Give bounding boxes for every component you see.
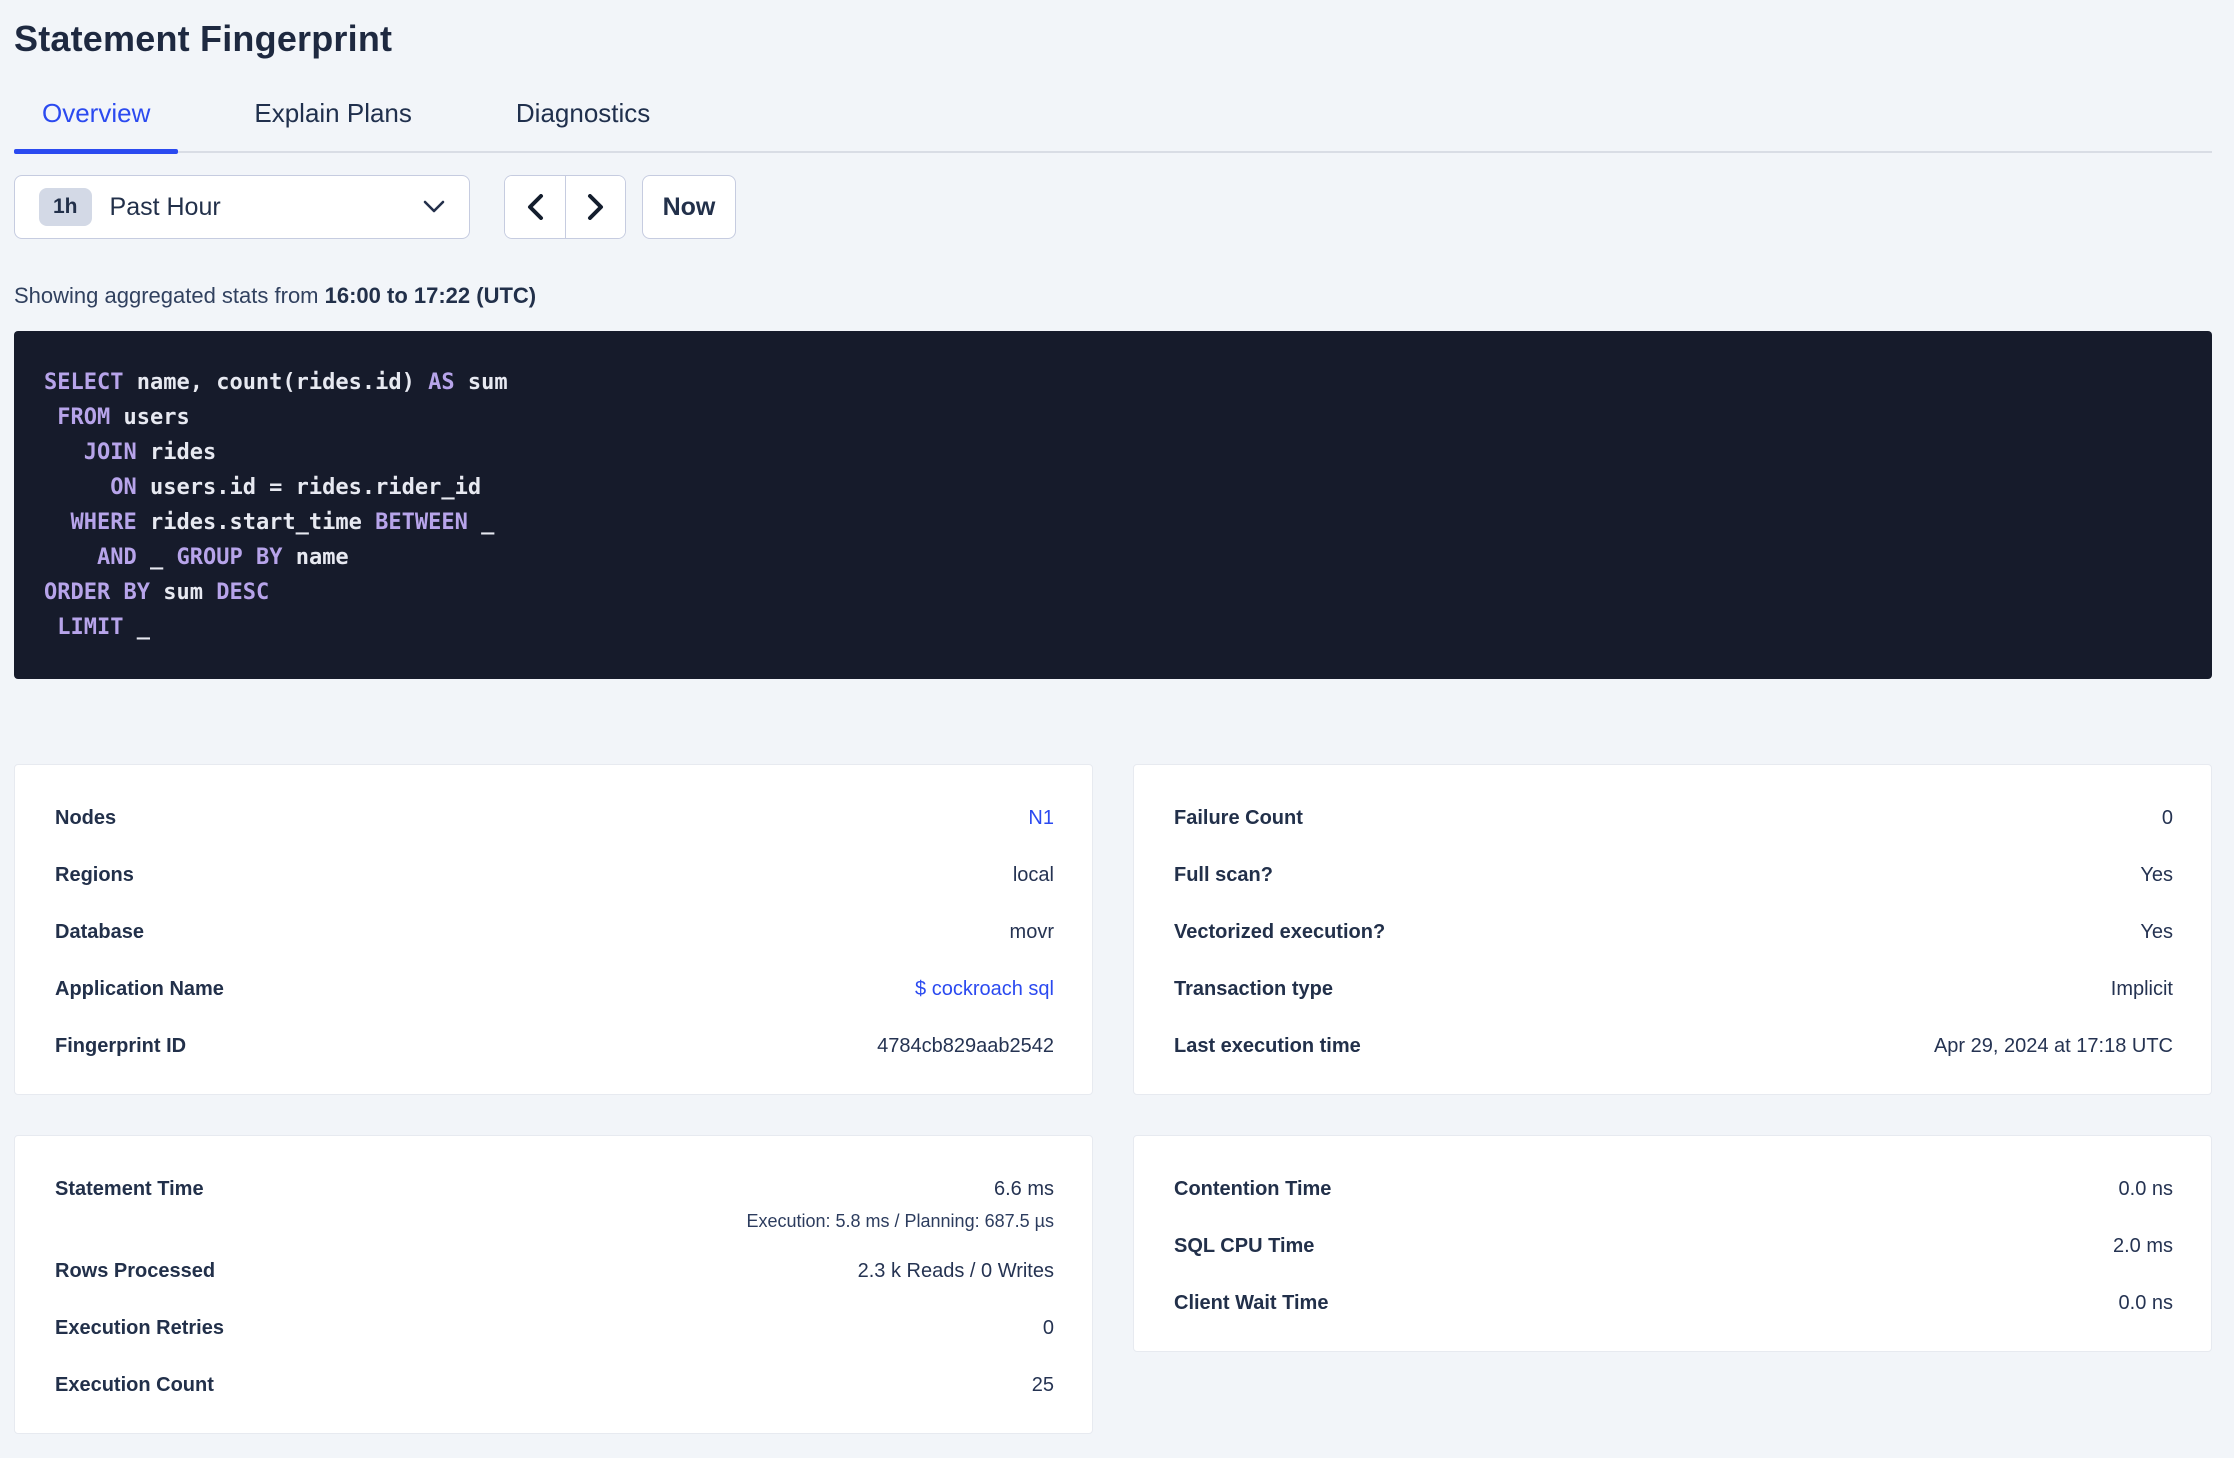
sql-line: WHERE rides.start_time BETWEEN _	[70, 510, 495, 535]
failure-count-label: Failure Count	[1174, 807, 1303, 829]
stats-caption-prefix: Showing aggregated stats from	[14, 283, 325, 308]
chevron-left-icon	[527, 194, 544, 220]
execution-count-value: 25	[1031, 1374, 1054, 1396]
transaction-type-row: Transaction type Implicit	[1174, 978, 2173, 1001]
statement-details-card: Nodes N1 Regions local Database movr App…	[14, 764, 1093, 1095]
rows-processed-value: 2.3 k Reads / 0 Writes	[857, 1260, 1054, 1282]
stats-caption-range: 16:00 to 17:22 (UTC)	[324, 283, 537, 308]
last-execution-time-value: Apr 29, 2024 at 17:18 UTC	[1933, 1035, 2173, 1057]
rows-processed-label: Rows Processed	[55, 1260, 216, 1282]
sql-line: AND _ GROUP BY name	[96, 545, 349, 570]
sql-line: ON users.id = rides.rider_id	[110, 475, 482, 500]
wait-times-card: Contention Time 0.0 ns SQL CPU Time 2.0 …	[1133, 1135, 2212, 1352]
stats-caption: Showing aggregated stats from 16:00 to 1…	[14, 283, 2212, 309]
tab-diagnostics[interactable]: Diagnostics	[488, 98, 678, 151]
failure-count-row: Failure Count 0	[1174, 807, 2173, 830]
sql-line: FROM users	[57, 405, 190, 430]
statement-timing-card: Statement Time 6.6 ms Execution: 5.8 ms …	[14, 1135, 1093, 1434]
vectorized-execution-row: Vectorized execution? Yes	[1174, 921, 2173, 944]
time-range-label: Past Hour	[109, 192, 221, 221]
full-scan-label: Full scan?	[1174, 864, 1273, 886]
nodes-link[interactable]: N1	[1028, 807, 1054, 830]
chevron-down-icon	[423, 200, 445, 214]
database-label: Database	[55, 921, 144, 943]
nodes-row: Nodes N1	[55, 807, 1054, 830]
time-step-group	[504, 175, 626, 239]
statement-time-label: Statement Time	[55, 1178, 204, 1200]
vectorized-execution-value: Yes	[2140, 921, 2173, 943]
sql-cpu-time-value: 2.0 ms	[2112, 1235, 2173, 1257]
nodes-label: Nodes	[55, 807, 117, 829]
execution-attributes-card: Failure Count 0 Full scan? Yes Vectorize…	[1133, 764, 2212, 1095]
contention-time-row: Contention Time 0.0 ns	[1174, 1178, 2173, 1201]
page-title: Statement Fingerprint	[14, 18, 393, 59]
time-controls: 1h Past Hour Now	[14, 175, 2212, 239]
application-name-link[interactable]: $ cockroach sql	[915, 978, 1054, 1001]
now-button[interactable]: Now	[642, 175, 736, 239]
client-wait-time-label: Client Wait Time	[1174, 1292, 1329, 1314]
regions-row: Regions local	[55, 864, 1054, 887]
fingerprint-id-label: Fingerprint ID	[55, 1035, 187, 1057]
application-name-label: Application Name	[55, 978, 224, 1000]
tab-explain-plans[interactable]: Explain Plans	[226, 98, 440, 151]
statement-time-value: 6.6 ms	[993, 1178, 1054, 1200]
database-value: movr	[1009, 921, 1054, 943]
regions-value: local	[1012, 864, 1054, 886]
tab-overview[interactable]: Overview	[14, 98, 179, 154]
statement-time-row: Statement Time 6.6 ms Execution: 5.8 ms …	[55, 1178, 1054, 1232]
database-row: Database movr	[55, 921, 1054, 944]
contention-time-value: 0.0 ns	[2118, 1178, 2173, 1200]
transaction-type-label: Transaction type	[1174, 978, 1333, 1000]
chevron-right-icon	[587, 194, 604, 220]
prev-interval-button[interactable]	[505, 176, 565, 238]
execution-retries-row: Execution Retries 0	[55, 1317, 1054, 1340]
execution-count-row: Execution Count 25	[55, 1374, 1054, 1397]
sql-line: ORDER BY sum DESC	[44, 580, 270, 605]
tab-bar: Overview Explain Plans Diagnostics	[14, 98, 2212, 154]
sql-line: LIMIT _	[57, 615, 150, 640]
regions-label: Regions	[55, 864, 134, 886]
client-wait-time-value: 0.0 ns	[2118, 1292, 2173, 1314]
execution-count-label: Execution Count	[55, 1374, 214, 1396]
failure-count-value: 0	[2161, 807, 2173, 829]
time-range-badge: 1h	[39, 188, 92, 226]
application-name-row: Application Name $ cockroach sql	[55, 978, 1054, 1001]
rows-processed-row: Rows Processed 2.3 k Reads / 0 Writes	[55, 1260, 1054, 1283]
sql-cpu-time-label: SQL CPU Time	[1174, 1235, 1315, 1257]
fingerprint-id-value: 4784cb829aab2542	[877, 1035, 1054, 1057]
sql-statement-box: SELECT name, count(rides.id) AS sum FROM…	[14, 331, 2212, 679]
execution-retries-value: 0	[1042, 1317, 1054, 1339]
full-scan-row: Full scan? Yes	[1174, 864, 2173, 887]
client-wait-time-row: Client Wait Time 0.0 ns	[1174, 1292, 2173, 1315]
transaction-type-value: Implicit	[2110, 978, 2173, 1000]
time-range-dropdown[interactable]: 1h Past Hour	[14, 175, 470, 239]
next-interval-button[interactable]	[565, 176, 625, 238]
sql-line: JOIN rides	[83, 440, 217, 465]
fingerprint-id-row: Fingerprint ID 4784cb829aab2542	[55, 1035, 1054, 1058]
full-scan-value: Yes	[2140, 864, 2173, 886]
statement-time-breakdown: Execution: 5.8 ms / Planning: 687.5 µs	[746, 1211, 1054, 1231]
last-execution-time-row: Last execution time Apr 29, 2024 at 17:1…	[1174, 1035, 2173, 1058]
last-execution-time-label: Last execution time	[1174, 1035, 1361, 1057]
sql-line: SELECT name, count(rides.id) AS sum	[44, 370, 508, 395]
vectorized-execution-label: Vectorized execution?	[1174, 921, 1386, 943]
execution-retries-label: Execution Retries	[55, 1317, 224, 1339]
sql-cpu-time-row: SQL CPU Time 2.0 ms	[1174, 1235, 2173, 1258]
contention-time-label: Contention Time	[1174, 1178, 1332, 1200]
